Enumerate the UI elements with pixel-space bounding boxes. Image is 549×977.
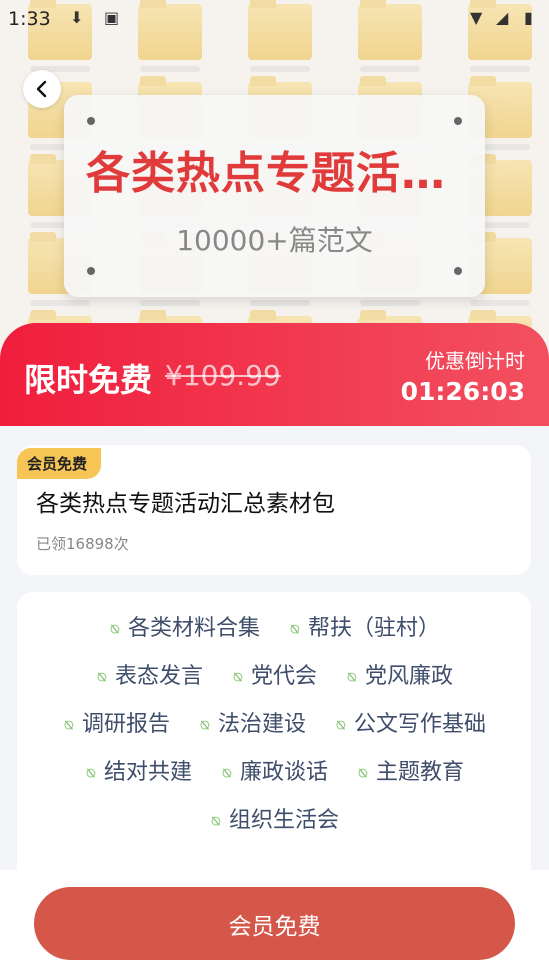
tag-label: 调研报告: [81, 712, 170, 737]
back-button[interactable]: [23, 70, 61, 108]
cover-title: 各类热点专题活…: [86, 148, 446, 199]
tag-label: 各类材料合集: [127, 616, 260, 641]
info-card: 会员免费 各类热点专题活动汇总素材包 已领16898次: [17, 445, 531, 575]
tag-item[interactable]: ⌽廉政谈话: [214, 754, 328, 786]
folder-caption: [140, 66, 200, 72]
tag-item[interactable]: ⌽党代会: [225, 658, 317, 690]
cover-subtitle: 10000+篇范文: [176, 224, 373, 257]
paperclip-icon: ⌽: [88, 662, 114, 690]
tag-label: 组织生活会: [228, 808, 339, 833]
member-free-button[interactable]: 会员免费: [34, 887, 515, 960]
download-icon: ⬇: [70, 8, 84, 27]
bottom-bar: 会员免费: [0, 870, 549, 977]
paperclip-icon: ⌽: [349, 758, 375, 786]
folder-caption: [140, 300, 200, 306]
member-free-badge: 会员免费: [17, 448, 102, 479]
paperclip-icon: ⌽: [213, 758, 239, 786]
paperclip-icon: ⌽: [55, 710, 81, 738]
tag-label: 表态发言: [114, 664, 203, 689]
countdown-timer: 01:26:03: [400, 377, 525, 406]
battery-icon: ▮: [524, 8, 533, 27]
paperclip-icon: ⌽: [338, 662, 364, 690]
folder-caption: [470, 300, 530, 306]
tag-item[interactable]: ⌽法治建设: [192, 706, 306, 738]
status-time: 1:33: [8, 8, 51, 30]
folder-caption: [360, 300, 420, 306]
corner-dot: [87, 117, 95, 125]
tag-label: 结对共建: [103, 760, 192, 785]
folder-caption: [30, 300, 90, 306]
folder-caption: [250, 66, 310, 72]
paperclip-icon: ⌽: [202, 806, 228, 834]
tag-cloud: ⌽各类材料合集 ⌽帮扶（驻村） ⌽表态发言 ⌽党代会 ⌽党风廉政 ⌽调研报告 ⌽法治建设 ⌽公…: [17, 592, 531, 882]
material-title: 各类热点专题活动汇总素材包: [36, 491, 335, 517]
countdown-label: 优惠倒计时: [425, 349, 525, 373]
tag-item[interactable]: ⌽党风廉政: [339, 658, 454, 690]
corner-dot: [454, 117, 462, 125]
tag-label: 帮扶（驻村）: [308, 616, 441, 641]
original-price: ¥109.99: [165, 359, 281, 392]
tag-row: ⌽组织生活会: [17, 802, 531, 834]
paperclip-icon: ⌽: [224, 662, 250, 690]
tag-label: 廉政谈话: [239, 760, 328, 785]
paperclip-icon: ⌽: [281, 614, 307, 642]
tag-item[interactable]: ⌽表态发言: [89, 658, 203, 690]
paperclip-icon: ⌽: [77, 758, 103, 786]
folder-caption: [470, 66, 530, 72]
tag-item[interactable]: ⌽公文写作基础: [328, 706, 487, 738]
tag-row: ⌽各类材料合集 ⌽帮扶（驻村）: [17, 610, 531, 642]
promo-label: 限时免费: [24, 361, 153, 399]
paperclip-icon: ⌽: [327, 710, 353, 738]
cover-card: 各类热点专题活… 10000+篇范文: [64, 95, 485, 297]
signal-icon: ◢: [496, 8, 509, 27]
paperclip-icon: ⌽: [191, 710, 217, 738]
tag-label: 法治建设: [217, 712, 306, 737]
corner-dot: [87, 267, 95, 275]
tag-row: ⌽表态发言 ⌽党代会 ⌽党风廉政: [17, 658, 531, 690]
tag-item[interactable]: ⌽结对共建: [78, 754, 192, 786]
promo-banner: 限时免费 ¥109.99 优惠倒计时 01:26:03: [0, 323, 549, 426]
tag-item[interactable]: ⌽调研报告: [56, 706, 170, 738]
claim-count: 已领16898次: [36, 535, 129, 553]
tag-row: ⌽结对共建 ⌽廉政谈话 ⌽主题教育: [17, 754, 531, 786]
chevron-left-icon: [36, 80, 47, 98]
folder-caption: [250, 300, 310, 306]
tag-label: 公文写作基础: [354, 712, 487, 737]
tag-label: 党代会: [250, 664, 317, 689]
tag-item[interactable]: ⌽各类材料合集: [102, 610, 260, 642]
status-bar: 1:33 ⬇ ▣ ▼ ◢ ▮: [0, 0, 549, 38]
tag-row: ⌽调研报告 ⌽法治建设 ⌽公文写作基础: [17, 706, 531, 738]
tag-label: 主题教育: [376, 760, 465, 785]
notification-icon: ▣: [104, 8, 120, 27]
corner-dot: [454, 267, 462, 275]
folder-caption: [360, 66, 420, 72]
tag-item[interactable]: ⌽帮扶（驻村）: [282, 610, 441, 642]
tag-item[interactable]: ⌽组织生活会: [203, 802, 339, 834]
paperclip-icon: ⌽: [101, 614, 127, 642]
wifi-icon: ▼: [470, 8, 483, 27]
tag-label: 党风廉政: [365, 664, 454, 689]
tag-item[interactable]: ⌽主题教育: [350, 754, 465, 786]
